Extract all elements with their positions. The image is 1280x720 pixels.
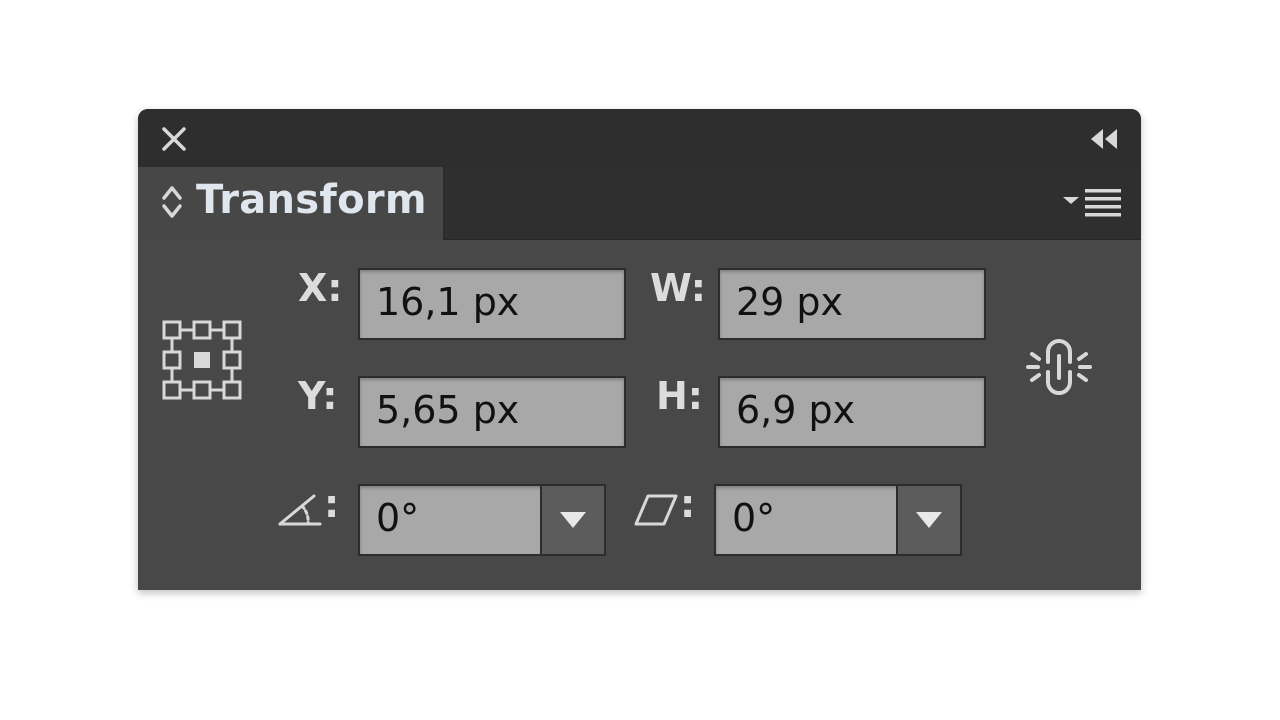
y-label: Y: bbox=[298, 374, 338, 418]
rotate-label: : bbox=[324, 482, 340, 526]
panel-menu-button[interactable] bbox=[1063, 187, 1123, 221]
h-label: H: bbox=[656, 374, 703, 418]
close-button[interactable] bbox=[160, 125, 188, 153]
reference-point-selector[interactable] bbox=[162, 320, 242, 400]
w-label: W: bbox=[650, 266, 706, 310]
triangle-down-icon bbox=[916, 512, 942, 528]
close-icon bbox=[162, 127, 186, 151]
triangle-down-icon bbox=[560, 512, 586, 528]
reference-point-grid-icon bbox=[162, 320, 242, 400]
up-down-chevron-icon[interactable] bbox=[160, 183, 184, 221]
shear-angle-combo[interactable]: 0° bbox=[714, 484, 962, 556]
y-input[interactable]: 5,65 px bbox=[358, 376, 626, 448]
transform-panel: Transform X: 16,1 px W: 29 px Y: 5,65 px… bbox=[138, 109, 1141, 590]
width-value: 29 px bbox=[736, 280, 844, 324]
tab-title: Transform bbox=[196, 177, 427, 223]
chain-link-icon bbox=[1026, 339, 1092, 395]
x-input[interactable]: 16,1 px bbox=[358, 268, 626, 340]
shear-label: : bbox=[680, 482, 696, 526]
collapse-panel-button[interactable] bbox=[1087, 127, 1121, 151]
shear-angle-value: 0° bbox=[732, 496, 776, 540]
x-label: X: bbox=[298, 266, 343, 310]
y-value: 5,65 px bbox=[376, 388, 520, 432]
panel-body: X: 16,1 px W: 29 px Y: 5,65 px H: 6,9 px… bbox=[138, 240, 1141, 590]
width-input[interactable]: 29 px bbox=[718, 268, 986, 340]
height-input[interactable]: 6,9 px bbox=[718, 376, 986, 448]
collapse-double-arrow-icon bbox=[1091, 129, 1117, 149]
panel-tab-strip: Transform bbox=[138, 167, 1141, 240]
rotate-angle-dropdown[interactable] bbox=[540, 486, 604, 554]
shear-icon bbox=[634, 494, 678, 526]
rotate-angle-combo[interactable]: 0° bbox=[358, 484, 606, 556]
constrain-proportions-button[interactable] bbox=[1024, 332, 1094, 402]
rotate-angle-value: 0° bbox=[376, 496, 420, 540]
height-value: 6,9 px bbox=[736, 388, 856, 432]
tab-transform[interactable]: Transform bbox=[138, 167, 444, 240]
shear-angle-dropdown[interactable] bbox=[896, 486, 960, 554]
panel-titlebar[interactable] bbox=[138, 109, 1141, 168]
x-value: 16,1 px bbox=[376, 280, 520, 324]
rotate-angle-icon bbox=[278, 494, 322, 526]
panel-menu-icon bbox=[1063, 189, 1121, 217]
